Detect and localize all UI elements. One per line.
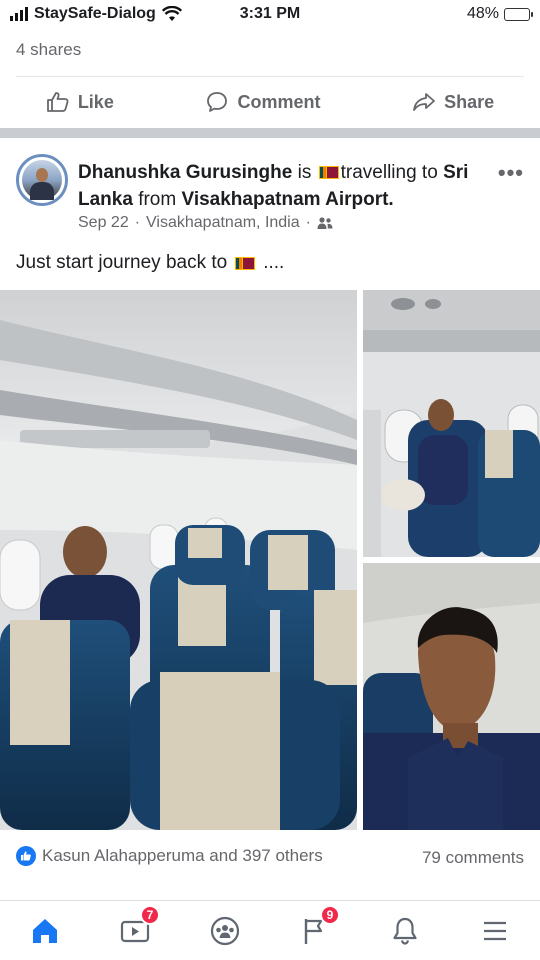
carrier-name: StaySafe-Dialog [34, 5, 156, 22]
battery-icon [504, 7, 533, 21]
like-reaction-icon [16, 846, 36, 866]
post-date[interactable]: Sep 22 [78, 214, 129, 232]
thumbs-up-icon [46, 92, 69, 112]
watch-badge: 7 [140, 904, 160, 925]
comment-button[interactable]: Comment [205, 90, 321, 114]
status-bar: StaySafe-Dialog 3:31 PM 48% [0, 0, 540, 30]
man-seated-window-photo[interactable] [363, 290, 540, 557]
selfie-photo[interactable] [363, 563, 540, 830]
like-label: Like [77, 91, 114, 112]
feed-separator [0, 128, 540, 138]
post-meta: Sep 22 · Visakhapatnam, India · [78, 214, 333, 232]
bottom-navigation: 7 9 [0, 900, 540, 960]
author-name[interactable]: Dhanushka Gurusinghe [78, 162, 292, 183]
author-avatar[interactable] [16, 154, 68, 206]
airplane-cabin-seats-photo[interactable] [0, 290, 357, 830]
share-label: Share [444, 91, 495, 112]
pages-badge: 9 [320, 904, 340, 925]
nav-pages[interactable]: 9 [290, 904, 340, 953]
signal-icon [10, 7, 28, 21]
nav-notifications[interactable] [380, 909, 430, 953]
nav-menu[interactable] [470, 909, 520, 953]
share-icon [413, 93, 436, 111]
from-text: from [138, 189, 177, 210]
reactions-summary[interactable]: Kasun Alahapperuma and 397 others [16, 846, 323, 866]
carrier-area: StaySafe-Dialog [10, 5, 182, 23]
shares-count[interactable]: 4 shares [16, 40, 81, 60]
sri-lanka-flag-icon [318, 166, 339, 179]
post-actions: Like Comment Share [0, 80, 540, 124]
comments-count[interactable]: 79 comments [422, 848, 524, 868]
wifi-icon [161, 6, 182, 21]
divider [16, 76, 524, 77]
comment-label: Comment [237, 91, 321, 112]
share-button[interactable]: Share [412, 90, 494, 114]
reactions-text: Kasun Alahapperuma and 397 others [42, 846, 323, 865]
post-location[interactable]: Visakhapatnam, India [146, 214, 300, 232]
groups-icon [210, 916, 240, 945]
nav-groups[interactable] [200, 909, 250, 953]
meta-dot: · [134, 214, 141, 231]
is-text: is [297, 162, 312, 183]
post-body-suffix: .... [263, 252, 285, 273]
comment-icon [207, 92, 228, 112]
battery-area: 48% [466, 5, 533, 23]
nav-home[interactable] [20, 909, 70, 953]
more-options-icon[interactable]: ••• [498, 160, 524, 186]
avatar-image [22, 160, 62, 200]
like-button[interactable]: Like [46, 90, 114, 114]
post-body-text: Just start journey back to [16, 252, 228, 273]
post-body: Just start journey back to .... [16, 252, 284, 274]
meta-dot: · [305, 214, 311, 231]
battery-percent: 48% [466, 5, 499, 22]
activity-text: travelling to [340, 162, 438, 183]
home-icon [33, 918, 57, 943]
friends-icon [317, 217, 333, 229]
post-title: Dhanushka Gurusinghe is travelling to Sr… [78, 159, 488, 213]
hamburger-menu-icon [484, 921, 506, 940]
origin-link[interactable]: Visakhapatnam Airport. [181, 189, 393, 210]
bell-icon [393, 917, 417, 945]
sri-lanka-flag-icon [235, 256, 256, 270]
nav-watch[interactable]: 7 [110, 904, 160, 953]
